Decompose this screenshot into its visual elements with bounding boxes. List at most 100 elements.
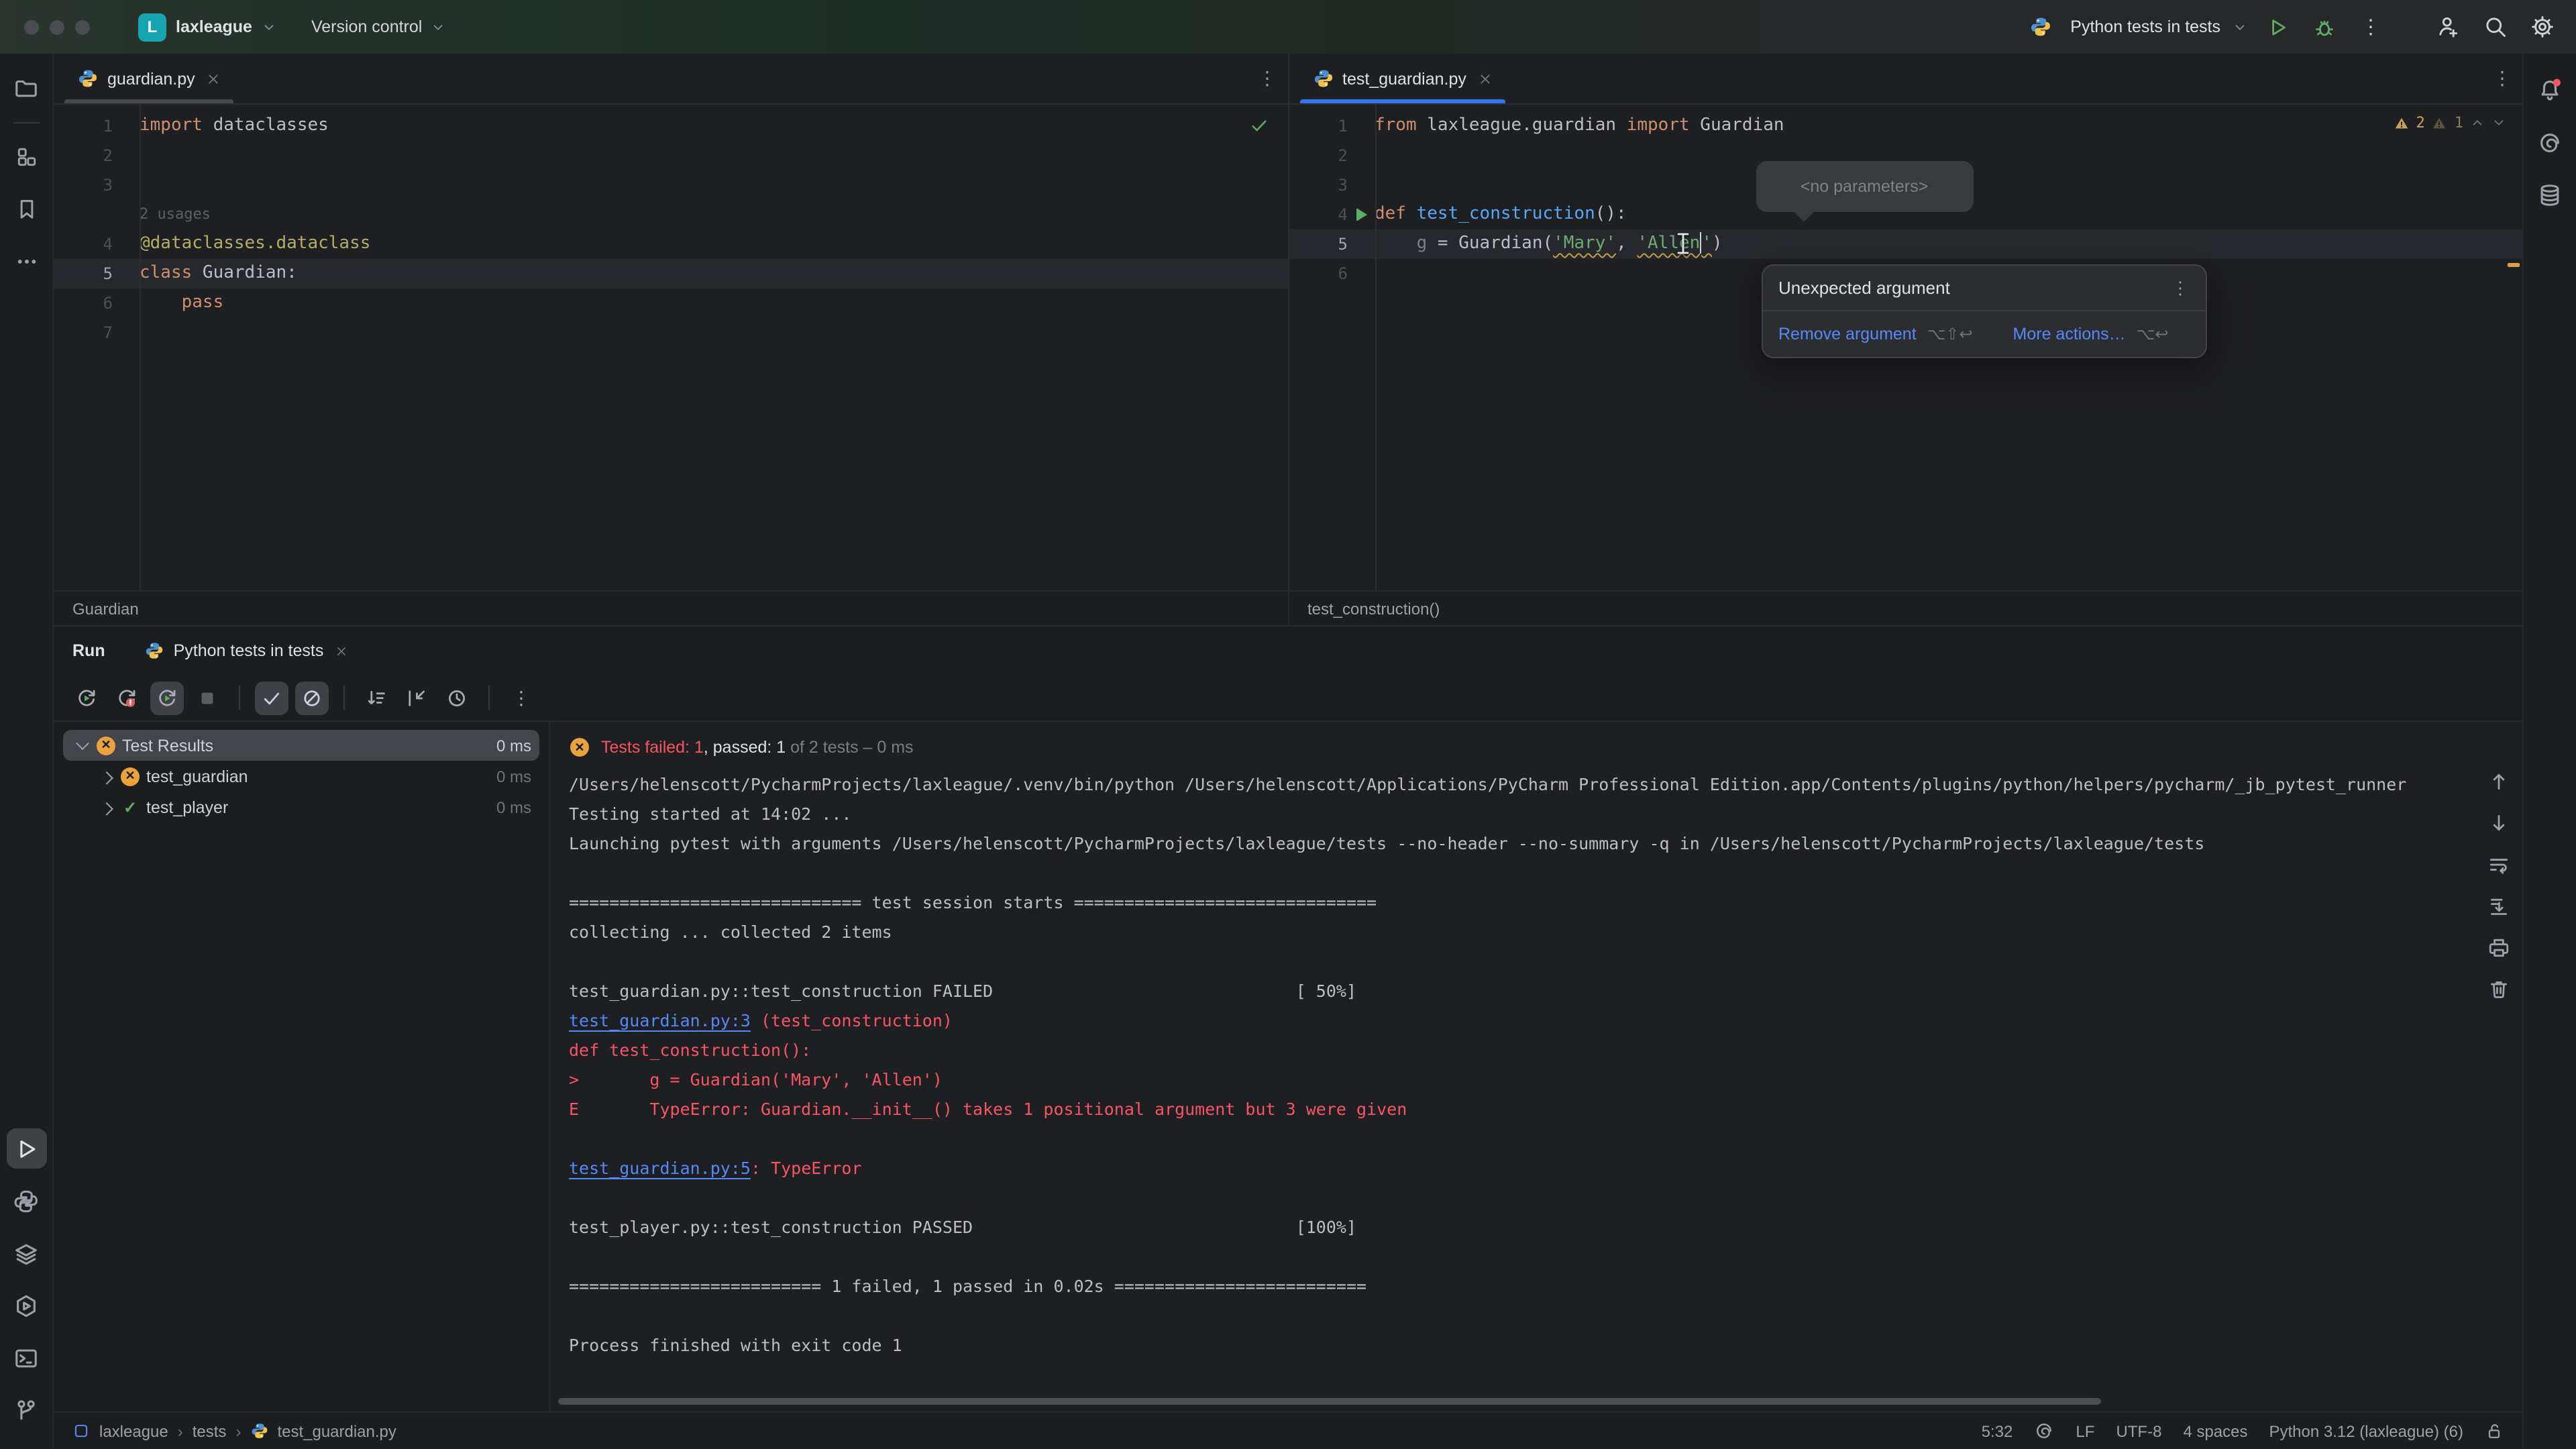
inspections-widget[interactable]: 2 1 (2394, 114, 2507, 131)
run-test-gutter-icon[interactable] (1356, 208, 1366, 221)
popup-more-icon[interactable]: ⋮ (2171, 277, 2189, 299)
test-name: test_player (146, 798, 228, 816)
line-separator[interactable]: LF (2076, 1421, 2094, 1440)
lock-open-icon[interactable] (2485, 1421, 2504, 1440)
python-interpreter[interactable]: Python 3.12 (laxleague) (6) (2269, 1421, 2464, 1440)
crumb-project[interactable]: laxleague (99, 1421, 168, 1440)
code-editor[interactable]: 1 import dataclasses 2 3 (54, 105, 1287, 590)
test-tree-row[interactable]: test_guardian 0 ms (63, 761, 539, 792)
code-line[interactable]: 1 from laxleague.guardian import Guardia… (1289, 111, 2522, 141)
ai-assistant-icon[interactable] (2530, 122, 2570, 162)
breadcrumb-guardian[interactable]: Guardian (72, 599, 139, 618)
code-editor[interactable]: 1 from laxleague.guardian import Guardia… (1289, 105, 2522, 590)
project-widget[interactable]: L laxleague (138, 13, 276, 41)
version-control-branch-icon[interactable] (6, 1390, 46, 1430)
test-history-icon[interactable] (440, 681, 474, 714)
run-tool-tabs: Run Python tests in tests (54, 627, 2522, 675)
close-tab-icon[interactable] (207, 72, 221, 85)
code-line[interactable]: 7 (54, 318, 1287, 347)
rerun-failed-tests-icon[interactable] (110, 681, 144, 714)
scroll-up-icon[interactable] (2487, 770, 2510, 793)
crumb-file[interactable]: test_guardian.py (277, 1421, 396, 1440)
navigate-with-single-click-icon[interactable] (400, 681, 433, 714)
error-stripe-mark[interactable] (2508, 263, 2520, 267)
rerun-icon[interactable] (70, 681, 103, 714)
services-hexagon-play-icon[interactable] (6, 1285, 46, 1326)
show-passed-icon[interactable] (255, 681, 288, 714)
code-line[interactable]: 6 pass (54, 288, 1287, 318)
structure-icon[interactable] (6, 137, 46, 177)
run-tool-label[interactable]: Run (72, 641, 105, 660)
toggle-auto-test-icon[interactable] (150, 681, 184, 714)
code-line[interactable]: 3 (54, 170, 1287, 200)
bookmarks-icon[interactable] (6, 189, 46, 229)
layers-icon[interactable] (6, 1233, 46, 1273)
close-tab-icon[interactable] (335, 645, 347, 657)
tab-guardian-py[interactable]: guardian.py (64, 54, 234, 103)
tab-options-icon[interactable]: ⋮ (2493, 67, 2512, 90)
ai-assistant-status-icon[interactable] (2034, 1421, 2054, 1441)
more-tool-windows-icon[interactable] (6, 241, 46, 282)
code-line[interactable]: 4 @dataclasses.dataclass (54, 229, 1287, 259)
more-actions-icon[interactable]: ⋮ (2353, 9, 2388, 44)
tab-test-guardian-py[interactable]: test_guardian.py (1299, 54, 1505, 103)
run-tab-python-tests[interactable]: Python tests in tests (135, 627, 368, 675)
project-folder-icon[interactable] (6, 67, 46, 107)
debug-button[interactable] (2306, 9, 2341, 44)
code-line[interactable]: 2 usages (54, 200, 1287, 229)
caret-position[interactable]: 5:32 (1982, 1421, 2013, 1440)
code-line[interactable]: 1 import dataclasses (54, 111, 1287, 141)
close-tab-icon[interactable] (1479, 72, 1492, 85)
console-line: test_guardian.py:3 (test_construction) (569, 1006, 2522, 1036)
zoom-window-button[interactable] (75, 19, 90, 34)
version-control-widget[interactable]: Version control (311, 17, 445, 36)
add-user-icon[interactable] (2431, 9, 2466, 44)
show-ignored-icon[interactable] (295, 681, 329, 714)
print-icon[interactable] (2487, 936, 2510, 959)
scroll-to-end-icon[interactable] (2487, 895, 2510, 918)
intention-popup: Unexpected argument ⋮ Remove argument ⌥⇧… (1761, 264, 2206, 358)
search-icon[interactable] (2478, 9, 2513, 44)
crumb-tests[interactable]: tests (193, 1421, 227, 1440)
more-actions-action[interactable]: More actions… (2013, 325, 2126, 343)
previous-problem-icon[interactable] (2470, 115, 2485, 130)
tree-chevron-icon[interactable] (95, 796, 117, 818)
indent-style[interactable]: 4 spaces (2183, 1421, 2247, 1440)
tree-chevron-icon[interactable] (95, 765, 117, 787)
test-tree-row[interactable]: test_player 0 ms (63, 792, 539, 822)
tree-chevron-icon[interactable] (71, 735, 93, 756)
sort-alphabetically-icon[interactable] (360, 681, 393, 714)
scroll-down-icon[interactable] (2487, 812, 2510, 835)
minimize-window-button[interactable] (50, 19, 64, 34)
more-options-icon[interactable]: ⋮ (504, 681, 538, 714)
stop-icon[interactable] (191, 681, 224, 714)
console-line (569, 859, 2522, 888)
python-console-icon[interactable] (6, 1181, 46, 1221)
file-encoding[interactable]: UTF-8 (2116, 1421, 2161, 1440)
inspections-ok-icon[interactable] (1248, 115, 1269, 136)
terminal-icon[interactable] (6, 1338, 46, 1378)
test-console[interactable]: Tests failed: 1, passed: 1 of 2 tests – … (550, 722, 2522, 1411)
soft-wrap-icon[interactable] (2487, 853, 2510, 876)
database-icon[interactable] (2530, 174, 2570, 215)
code-line[interactable]: 2 (54, 141, 1287, 170)
chevron-down-icon (2233, 19, 2247, 34)
test-tree-row[interactable]: Test Results 0 ms (63, 730, 539, 761)
run-configuration-selector[interactable]: Python tests in tests (2070, 17, 2220, 36)
notifications-bell-icon[interactable] (2530, 70, 2570, 110)
code-line[interactable]: 5 class Guardian: (54, 259, 1287, 288)
code-line[interactable]: 5 g = Guardian('Mary', 'Allen') (1289, 229, 2522, 259)
console-line: Process finished with exit code 1 (569, 1331, 2522, 1360)
tab-options-icon[interactable]: ⋮ (1258, 67, 1277, 90)
breadcrumb-test-construction[interactable]: test_construction() (1307, 599, 1440, 618)
clear-all-icon[interactable] (2487, 978, 2510, 1001)
settings-gear-icon[interactable] (2525, 9, 2560, 44)
close-window-button[interactable] (24, 19, 39, 34)
horizontal-scrollbar[interactable] (558, 1398, 2101, 1405)
next-problem-icon[interactable] (2491, 115, 2506, 130)
test-name: Test Results (122, 736, 213, 755)
run-tool-window-icon[interactable] (6, 1128, 46, 1169)
console-line (569, 1301, 2522, 1331)
run-button[interactable] (2259, 9, 2294, 44)
remove-argument-action[interactable]: Remove argument (1778, 325, 1917, 343)
